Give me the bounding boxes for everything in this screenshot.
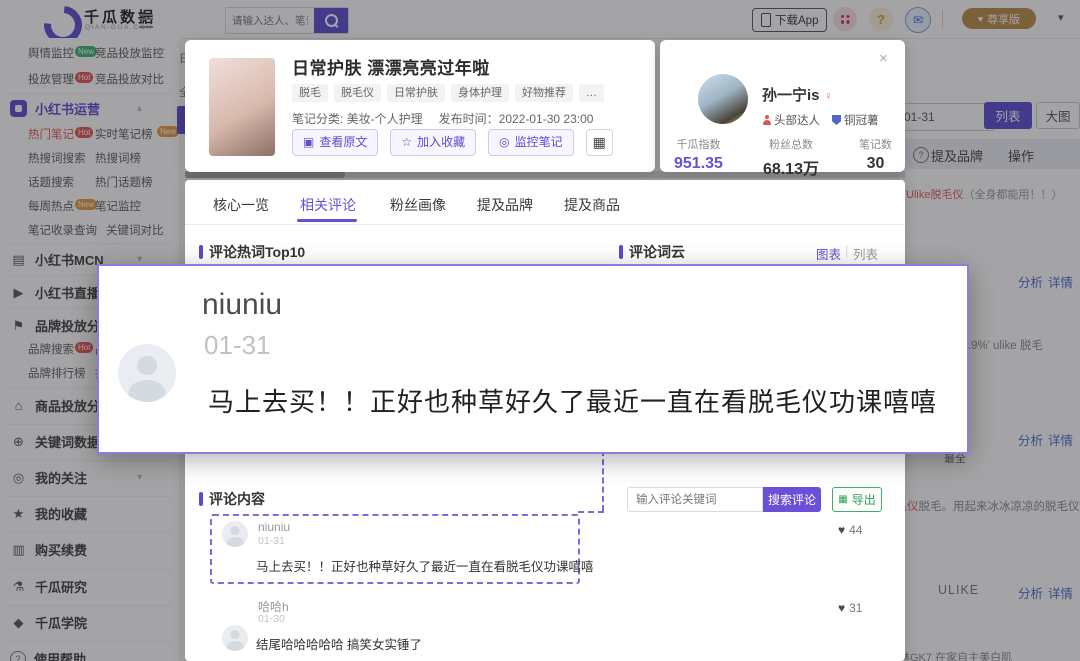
monitor-icon: ◎ xyxy=(499,130,509,155)
note-cover-image[interactable] xyxy=(209,58,275,156)
note-meta: 笔记分类: 美妆-个人护理 发布时间：2022-01-30 23:00 xyxy=(292,110,593,127)
stat-label: 粉丝总数 xyxy=(763,136,819,152)
comment-search-button[interactable]: 搜索评论 xyxy=(763,487,821,512)
hotwords-section-title: 评论热词Top10 xyxy=(209,242,305,262)
comment-date: 01-31 xyxy=(258,535,285,547)
tab-related-comments[interactable]: 相关评论 xyxy=(300,195,356,215)
comment-search-input[interactable] xyxy=(627,487,763,512)
comments-section-title: 评论内容 xyxy=(209,489,265,509)
stat-notes-count: 笔记数 30 xyxy=(859,136,892,179)
export-comments-button[interactable]: ▦ 导出 xyxy=(832,487,882,512)
commenter-avatar xyxy=(222,521,248,547)
active-tab-underline xyxy=(297,219,357,222)
author-badges: 头部达人 铜冠薯 xyxy=(762,112,879,128)
note-actions: ▣ 查看原文 ☆ 加入收藏 ◎ 监控笔记 ▦ xyxy=(292,129,613,156)
tag[interactable]: 脱毛 xyxy=(292,84,328,102)
button-label: 查看原文 xyxy=(319,130,367,155)
more-tags[interactable]: … xyxy=(579,84,604,102)
tag[interactable]: 好物推荐 xyxy=(515,84,573,102)
tab-fans-profile[interactable]: 粉丝画像 xyxy=(390,195,446,215)
tab-mentioned-goods[interactable]: 提及商品 xyxy=(564,195,620,215)
likes-count: 31 xyxy=(849,601,862,615)
author-avatar[interactable] xyxy=(698,74,748,124)
level-badge: 头部达人 xyxy=(762,112,820,128)
tag[interactable]: 身体护理 xyxy=(451,84,509,102)
monitor-note-button[interactable]: ◎ 监控笔记 xyxy=(488,129,574,156)
commenter-name: niuniu xyxy=(258,520,290,534)
person-icon xyxy=(762,115,771,125)
female-icon: ♀ xyxy=(824,89,833,103)
doc-icon: ▣ xyxy=(303,130,314,155)
callout-connector-horizontal xyxy=(578,511,604,513)
wordcloud-section-title: 评论词云 xyxy=(629,242,685,262)
note-category: 笔记分类: 美妆-个人护理 xyxy=(292,110,423,127)
commenter-avatar xyxy=(222,625,248,651)
magnified-commenter-name: niuniu xyxy=(202,288,282,322)
magnified-commenter-avatar xyxy=(118,344,176,402)
tabs-divider xyxy=(185,224,905,225)
tag[interactable]: 脱毛仪 xyxy=(334,84,381,102)
magnified-comment-date: 01-31 xyxy=(204,330,271,361)
stat-label: 笔记数 xyxy=(859,136,892,152)
note-tags: 脱毛 脱毛仪 日常护肤 身体护理 好物推荐 … xyxy=(292,84,604,102)
section-bar xyxy=(619,245,623,259)
stat-followers: 粉丝总数 68.13万 xyxy=(763,136,819,179)
callout-connector-vertical xyxy=(602,450,604,511)
section-bar xyxy=(199,245,203,259)
comment-text: 马上去买！！正好也种草好久了最近一直在看脱毛仪功课嘻嘻 xyxy=(256,556,594,575)
crown-badge: 铜冠薯 xyxy=(832,112,879,128)
section-bar xyxy=(199,492,203,506)
comment-date: 01-30 xyxy=(258,613,285,625)
view-original-button[interactable]: ▣ 查看原文 xyxy=(292,129,378,156)
shield-icon xyxy=(832,115,841,125)
stat-value: 30 xyxy=(859,155,892,173)
wordcloud-list-toggle[interactable]: 列表 xyxy=(853,244,878,263)
stat-value: 68.13万 xyxy=(763,155,819,179)
author-name[interactable]: 孙一宁is ♀ xyxy=(762,84,833,105)
qr-icon: ▦ xyxy=(593,130,606,155)
tag[interactable]: 日常护肤 xyxy=(387,84,445,102)
author-name-text: 孙一宁is xyxy=(762,87,820,104)
button-label: 导出 xyxy=(852,491,876,508)
qr-code-button[interactable]: ▦ xyxy=(586,129,613,156)
star-icon: ☆ xyxy=(401,130,412,155)
likes-count: 44 xyxy=(849,523,862,537)
close-icon[interactable]: × xyxy=(879,50,888,67)
badge-label: 头部达人 xyxy=(774,112,820,128)
comment-likes: ♥ 44 xyxy=(838,523,862,537)
add-favorite-button[interactable]: ☆ 加入收藏 xyxy=(390,129,476,156)
button-label: 加入收藏 xyxy=(417,130,465,155)
note-publish-time: 发布时间：2022-01-30 23:00 xyxy=(439,110,594,127)
magnified-comment-text: 马上去买！！正好也种草好久了最近一直在看脱毛仪功课嘻嘻 xyxy=(208,382,937,419)
heart-icon: ♥ xyxy=(838,523,845,537)
stat-qiangua-index: 千瓜指数 951.35 xyxy=(674,136,723,179)
stat-label: 千瓜指数 xyxy=(674,136,723,152)
tab-core-overview[interactable]: 核心一览 xyxy=(213,195,269,215)
author-stats: 千瓜指数 951.35 粉丝总数 68.13万 笔记数 30 xyxy=(674,136,892,179)
excel-icon: ▦ xyxy=(838,494,847,505)
tab-mentioned-brands[interactable]: 提及品牌 xyxy=(477,195,533,215)
comment-text: 结尾哈哈哈哈哈 搞笑女实锤了 xyxy=(256,634,422,653)
stat-value: 951.35 xyxy=(674,155,723,173)
app: 千瓜数据 QIAN-GUA.COM 下载App ? ✉ ♥ 尊享版 ▾ 舆情监控… xyxy=(0,0,1080,661)
wordcloud-chart-toggle[interactable]: 图表 xyxy=(816,244,841,263)
note-title: 日常护肤 漂漂亮亮过年啦 xyxy=(292,54,490,79)
comment-likes: ♥ 31 xyxy=(838,601,862,615)
badge-label: 铜冠薯 xyxy=(844,112,879,128)
button-label: 监控笔记 xyxy=(515,130,563,155)
toggle-divider: | xyxy=(845,244,848,258)
heart-icon: ♥ xyxy=(838,601,845,615)
